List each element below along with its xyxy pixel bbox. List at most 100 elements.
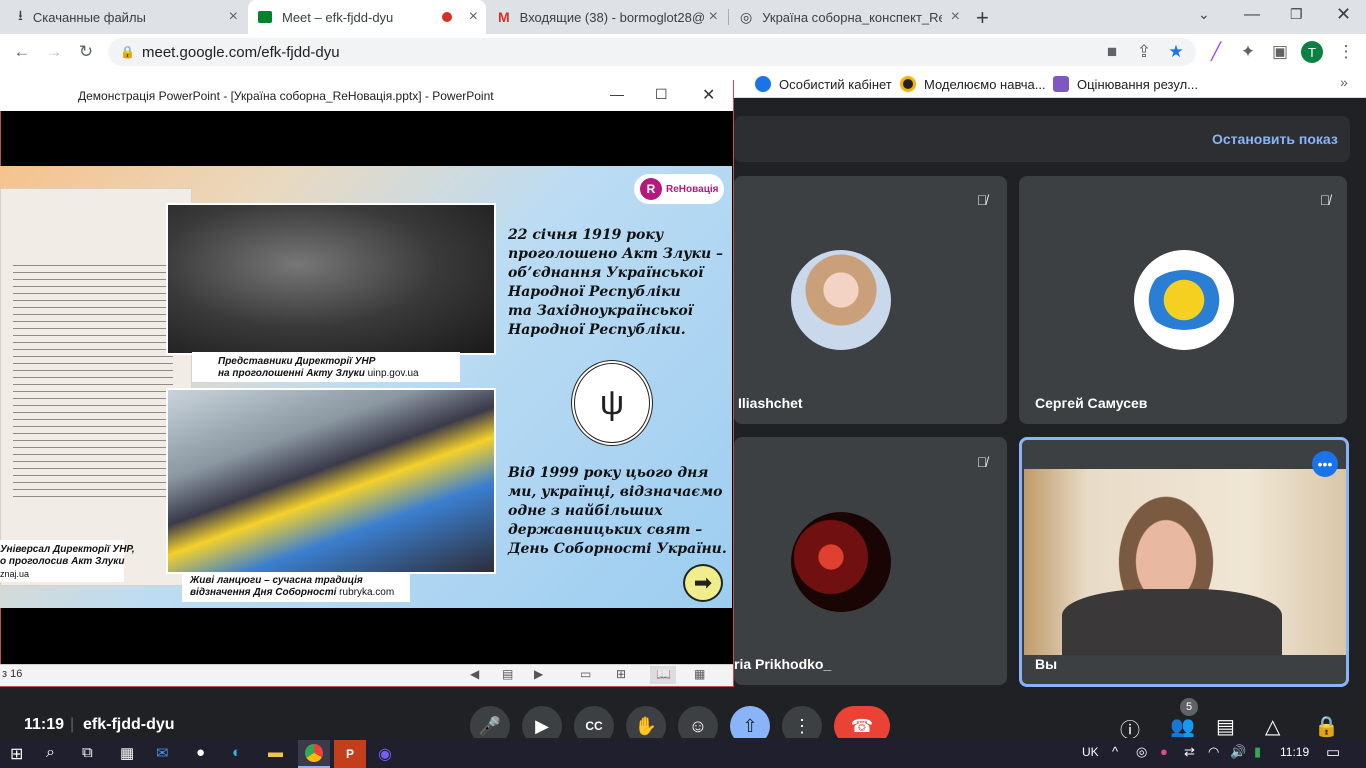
- battery-icon[interactable]: ▮: [1254, 744, 1261, 760]
- historical-photo: [166, 203, 496, 355]
- emoji-icon: ☺: [688, 715, 708, 736]
- divider: |: [70, 716, 75, 733]
- recording-icon: [442, 12, 452, 22]
- activities-icon[interactable]: △: [1265, 714, 1280, 739]
- chat-icon[interactable]: ▤: [1216, 714, 1235, 739]
- people-count-badge: 5: [1180, 698, 1198, 716]
- lock-icon[interactable]: 🔒: [120, 45, 135, 59]
- bookmark-grading[interactable]: Оцінювання резул...: [1053, 74, 1198, 94]
- living-chain-photo: [166, 388, 496, 574]
- tray-app-icon[interactable]: ●: [1160, 744, 1168, 759]
- bookmark-cabinet[interactable]: Особистий кабінет: [755, 74, 892, 94]
- viber-icon[interactable]: ◉: [378, 744, 392, 764]
- new-tab-button[interactable]: +: [976, 5, 989, 31]
- menu-kebab-icon[interactable]: ⋮: [1334, 40, 1358, 64]
- tryzub-emblem-icon: ψ: [571, 360, 653, 446]
- windows-start-icon[interactable]: ⊞: [10, 744, 23, 764]
- people-icon[interactable]: 👥: [1170, 714, 1195, 739]
- hand-icon: ✋: [634, 715, 658, 736]
- edge-icon[interactable]: ◐: [232, 744, 241, 761]
- mic-off-icon: 🎙̸: [1319, 192, 1331, 208]
- mail-icon[interactable]: ✉: [156, 744, 169, 762]
- forward-icon[interactable]: →: [42, 40, 66, 64]
- tray-network-alt-icon[interactable]: ⇄: [1184, 744, 1195, 760]
- reload-icon[interactable]: ↻: [74, 40, 98, 64]
- kebab-icon: ⋮: [793, 715, 811, 736]
- tab-gmail[interactable]: M Входящие (38) - bormoglot28@ ×: [488, 0, 726, 34]
- tray-chevron-icon[interactable]: ^: [1112, 744, 1118, 759]
- slava-ukraini-logo: [1144, 270, 1224, 330]
- brand-badge: R ReНовація: [634, 174, 724, 204]
- camera-in-use-icon[interactable]: ■: [1100, 40, 1124, 64]
- bookmark-star-icon[interactable]: ★: [1164, 40, 1188, 64]
- self-video: [1024, 469, 1346, 655]
- participant-name: ria Prikhodko_: [734, 656, 832, 672]
- caption-3: Універсал Директорії УНР, о проголосив А…: [0, 544, 135, 579]
- file-explorer-icon[interactable]: ▬: [268, 744, 283, 761]
- bookmark-favicon-icon: [755, 76, 771, 92]
- back-icon[interactable]: ←: [10, 40, 34, 64]
- download-icon: ⭳: [18, 7, 23, 23]
- tab-meet[interactable]: Meet – efk-fjdd-dyu ×: [248, 0, 486, 34]
- tab-separator: [728, 9, 729, 25]
- caption-2-source: rubryka.com: [339, 587, 395, 598]
- slideshow-icon[interactable]: ▦: [694, 667, 705, 681]
- close-tab-icon[interactable]: ×: [709, 8, 718, 26]
- powerpoint-taskbar-icon[interactable]: P: [334, 740, 366, 768]
- stop-presenting-button[interactable]: Остановить показ: [1212, 131, 1338, 147]
- url-text[interactable]: meet.google.com/efk-fjdd-dyu: [142, 44, 340, 61]
- bookmark-modeling[interactable]: Моделюємо навча...: [900, 74, 1046, 94]
- mic-off-icon: 🎙̸: [976, 454, 988, 470]
- bookmark-favicon-icon: [900, 76, 916, 92]
- meeting-time: 11:19: [24, 716, 65, 733]
- close-tab-icon[interactable]: ×: [229, 8, 238, 26]
- meet-icon: [258, 11, 272, 23]
- search-icon[interactable]: ⌕: [46, 744, 55, 762]
- chrome-icon[interactable]: [305, 744, 323, 762]
- participant-name: Iliashchet: [738, 395, 803, 411]
- bookmarks-overflow-icon[interactable]: »: [1340, 74, 1348, 90]
- tab-ukraine[interactable]: ◎ Україна соборна_конспект_ReH ×: [730, 0, 968, 34]
- tab-search-chevron-icon[interactable]: ⌄: [1198, 6, 1210, 23]
- profile-avatar[interactable]: T: [1301, 41, 1323, 63]
- hangup-icon: ☎: [850, 715, 874, 736]
- close-window-icon[interactable]: ✕: [1336, 4, 1351, 25]
- calculator-icon[interactable]: ▦: [120, 744, 134, 762]
- side-panel-icon[interactable]: ▣: [1268, 40, 1292, 64]
- tab-downloads[interactable]: ⭳ Скачанные файлы ×: [8, 0, 246, 34]
- slide-sorter-icon[interactable]: ⊞: [616, 667, 626, 681]
- caption-2: Живі ланцюги – сучасна традиція відзначе…: [190, 575, 395, 598]
- taskbar-clock[interactable]: 11:19: [1280, 745, 1309, 759]
- host-controls-icon[interactable]: 🔒: [1314, 714, 1339, 739]
- participant-avatar: [791, 512, 891, 612]
- task-view-icon[interactable]: ⧉: [82, 744, 93, 761]
- notifications-icon[interactable]: ▭: [1326, 743, 1340, 761]
- decree-document-image: [0, 188, 192, 586]
- prev-slide-icon[interactable]: ◀: [470, 667, 479, 681]
- normal-view-icon[interactable]: ▭: [580, 667, 591, 681]
- restore-icon[interactable]: ❐: [1290, 6, 1303, 23]
- volume-icon[interactable]: 🔊: [1230, 744, 1246, 760]
- caption-1: Представники Директорії УНР на проголоше…: [218, 356, 419, 379]
- share-icon[interactable]: ⇪: [1132, 40, 1156, 64]
- slide-counter: з 16: [2, 668, 23, 680]
- next-arrow-icon[interactable]: ➡: [683, 564, 723, 602]
- more-options-icon[interactable]: •••: [1312, 451, 1338, 477]
- ppt-maximize-icon[interactable]: ☐: [655, 86, 668, 103]
- reading-view-icon[interactable]: 📖: [656, 667, 671, 681]
- bookmark-favicon-icon: [1053, 76, 1069, 92]
- tray-chrome-icon[interactable]: ◎: [1136, 744, 1147, 760]
- pin-icon[interactable]: ●: [196, 744, 205, 761]
- ppt-close-icon[interactable]: ✕: [702, 85, 715, 105]
- close-tab-icon[interactable]: ×: [951, 8, 960, 26]
- next-slide-icon[interactable]: ▶: [534, 667, 543, 681]
- extension-pen-icon[interactable]: ╱: [1204, 40, 1228, 64]
- language-indicator[interactable]: UK: [1082, 745, 1099, 759]
- participant-name: Сергей Самусев: [1035, 395, 1148, 411]
- ppt-minimize-icon[interactable]: —: [610, 86, 624, 102]
- wifi-icon[interactable]: ◠: [1208, 744, 1219, 760]
- close-tab-icon[interactable]: ×: [469, 8, 478, 26]
- minimize-icon[interactable]: —: [1244, 6, 1260, 24]
- slide-menu-icon[interactable]: ▤: [502, 667, 513, 681]
- extensions-puzzle-icon[interactable]: ✦: [1236, 40, 1260, 64]
